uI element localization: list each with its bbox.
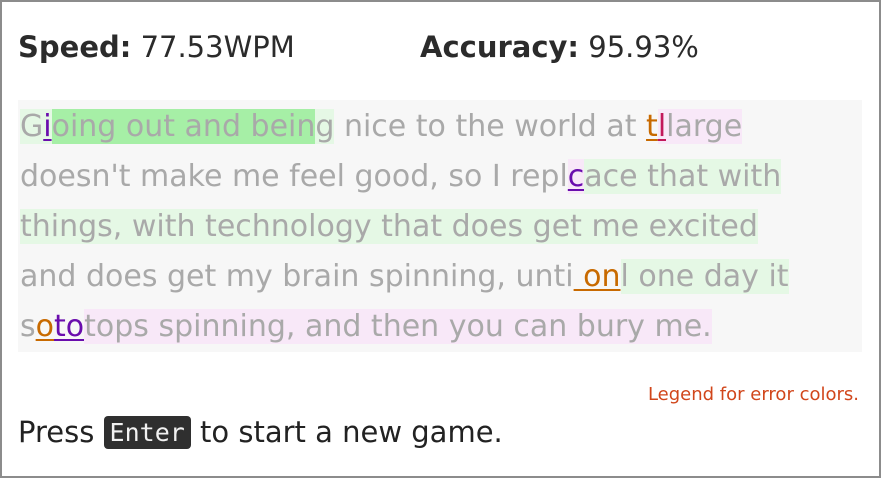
text-segment: oing out and bein [51,109,316,144]
error-legend-link[interactable]: Legend for error colors. [648,384,859,405]
text-line-2: doesn't make me feel good, so I replcace… [20,152,782,202]
text-segment: things, with technology that does get me… [20,209,758,244]
text-segment: tops spinning, and then you can bury me. [84,309,712,344]
prompt-text-after: to start a new game. [200,415,503,449]
error-wrong-char: t [646,109,658,144]
speed-stat: Speed: 77.53WPM [18,30,295,64]
restart-prompt: Press Enter to start a new game. [18,415,503,450]
accuracy-label: Accuracy: [420,30,580,64]
speed-label: Speed: [18,30,132,64]
speed-value: 77.53WPM [140,30,295,64]
text-line-1: Gioing out and being nice to the world a… [20,102,743,152]
text-segment: g [315,109,335,144]
game-panel: Speed: 77.53WPM Accuracy: 95.93% Gioing … [0,0,881,478]
text-segment: s [20,309,36,344]
error-wrong-chars: on [573,259,621,294]
error-extra-char: c [567,159,585,194]
text-segment: G [20,109,44,144]
text-segment: l one day it [620,259,789,294]
stats-bar: Speed: 77.53WPM Accuracy: 95.93% [18,30,699,64]
text-segment: and does get my brain spinning, unti [20,259,574,294]
accuracy-stat: Accuracy: 95.93% [420,30,699,64]
text-segment: doesn't make me feel good, so I repl [20,159,568,194]
text-segment: nice to the world at [334,109,647,144]
text-segment: large [666,109,743,144]
error-missed-char: l [657,109,667,144]
text-segment: ace that with [584,159,782,194]
text-line-3: things, with technology that does get me… [20,202,758,252]
prompt-text-before: Press [18,415,95,449]
text-line-5: sototops spinning, and then you can bury… [20,302,712,352]
error-wrong-char: o [35,309,54,344]
error-extra-char: i [43,109,52,144]
error-extra-chars: to [54,309,85,344]
text-line-4: and does get my brain spinning, unti onl… [20,252,789,302]
accuracy-value: 95.93% [588,30,699,64]
typed-text-area: Gioing out and being nice to the world a… [18,100,862,352]
enter-key: Enter [103,416,191,449]
